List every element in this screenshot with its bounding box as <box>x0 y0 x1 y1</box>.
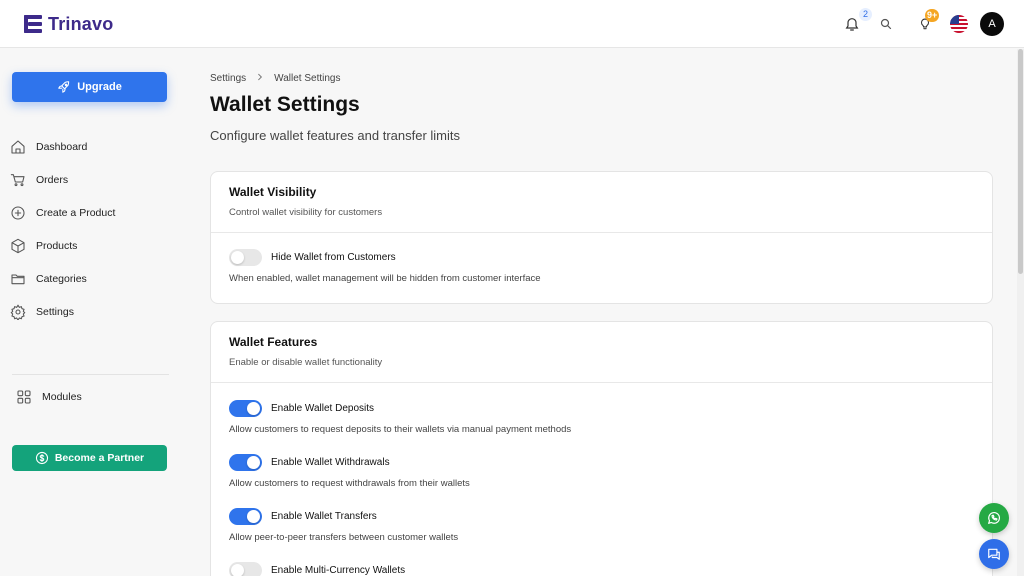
trinavo-logo-icon <box>24 14 44 34</box>
app-name: Trinavo <box>48 13 114 34</box>
become-partner-button[interactable]: Become a Partner <box>12 445 167 471</box>
chat-icon <box>988 548 1000 560</box>
option-description: Allow customers to request withdrawals f… <box>229 478 470 489</box>
option-description: Allow peer-to-peer transfers between cus… <box>229 532 459 543</box>
option-label: Enable Wallet Deposits <box>271 403 375 414</box>
sidebar-item-categories[interactable]: Categories <box>10 269 87 289</box>
sidebar-item-create-product[interactable]: Create a Product <box>10 203 115 223</box>
page-scrollbar[interactable] <box>1017 49 1024 576</box>
hide-wallet-toggle[interactable] <box>229 249 262 266</box>
sidebar-item-label: Categories <box>36 273 87 285</box>
avatar-initial: A <box>988 18 996 30</box>
sidebar-item-label: Create a Product <box>36 207 116 219</box>
plus-circle-icon <box>11 206 25 220</box>
card-title: Wallet Features <box>229 335 318 349</box>
chevron-right-icon <box>256 73 264 84</box>
dollar-circle-icon <box>35 451 48 465</box>
grid-icon <box>17 390 31 404</box>
chat-button[interactable] <box>979 539 1009 569</box>
whatsapp-icon <box>988 511 1001 524</box>
option-description: When enabled, wallet management will be … <box>229 273 541 284</box>
app-logo[interactable]: Trinavo <box>24 12 113 36</box>
card-description: Enable or disable wallet functionality <box>229 357 383 368</box>
deposits-toggle[interactable] <box>229 400 262 417</box>
rocket-icon <box>58 81 70 93</box>
sidebar: Upgrade Dashboard Orders Create a Produc… <box>0 49 182 576</box>
option-label: Hide Wallet from Customers <box>271 252 396 263</box>
scrollbar-thumb[interactable] <box>1018 49 1023 274</box>
sidebar-item-label: Products <box>36 240 78 252</box>
option-description: Allow customers to request deposits to t… <box>229 424 572 435</box>
user-avatar[interactable]: A <box>980 12 1004 36</box>
upgrade-button[interactable]: Upgrade <box>12 72 167 102</box>
multi-currency-toggle[interactable] <box>229 562 262 576</box>
breadcrumb-current: Wallet Settings <box>274 73 341 84</box>
home-icon <box>11 140 25 154</box>
notification-count-badge: 2 <box>859 8 872 21</box>
sidebar-item-label: Settings <box>36 306 74 318</box>
option-label: Enable Multi-Currency Wallets <box>271 565 406 576</box>
wallet-visibility-card: Wallet Visibility Control wallet visibil… <box>210 171 993 304</box>
sidebar-item-products[interactable]: Products <box>10 236 77 256</box>
gear-icon <box>10 304 26 320</box>
us-flag-icon[interactable] <box>950 15 968 33</box>
card-header: Wallet Visibility Control wallet visibil… <box>211 172 992 233</box>
whatsapp-button[interactable] <box>979 503 1009 533</box>
cart-icon <box>10 174 25 187</box>
page-subtitle: Configure wallet features and transfer l… <box>210 128 461 143</box>
option-label: Enable Wallet Transfers <box>271 511 377 522</box>
upgrade-label: Upgrade <box>77 81 122 93</box>
page-title: Wallet Settings <box>210 93 360 116</box>
card-header: Wallet Features Enable or disable wallet… <box>211 322 992 383</box>
partner-label: Become a Partner <box>54 452 145 464</box>
sidebar-item-modules[interactable]: Modules <box>16 387 82 407</box>
card-description: Control wallet visibility for customers <box>229 207 383 218</box>
top-bar: Trinavo 2 9+ A <box>0 0 1024 48</box>
sidebar-item-settings[interactable]: Settings <box>10 302 74 322</box>
wallet-features-card: Wallet Features Enable or disable wallet… <box>210 321 993 576</box>
breadcrumb-root[interactable]: Settings <box>210 73 246 84</box>
folder-icon <box>11 274 25 285</box>
card-title: Wallet Visibility <box>229 185 317 199</box>
search-button[interactable] <box>875 13 897 35</box>
ideas-count-badge: 9+ <box>925 9 940 22</box>
sidebar-item-dashboard[interactable]: Dashboard <box>10 137 87 157</box>
breadcrumb: Settings Wallet Settings <box>210 73 340 84</box>
search-icon <box>880 18 892 30</box>
sidebar-item-orders[interactable]: Orders <box>10 170 68 190</box>
withdrawals-toggle[interactable] <box>229 454 262 471</box>
option-label: Enable Wallet Withdrawals <box>271 457 390 468</box>
sidebar-item-label: Modules <box>42 391 82 403</box>
box-icon <box>11 238 25 254</box>
bell-icon <box>845 18 859 31</box>
sidebar-item-label: Orders <box>36 174 69 186</box>
transfers-toggle[interactable] <box>229 508 262 525</box>
sidebar-item-label: Dashboard <box>36 141 88 153</box>
sidebar-divider <box>12 374 169 375</box>
